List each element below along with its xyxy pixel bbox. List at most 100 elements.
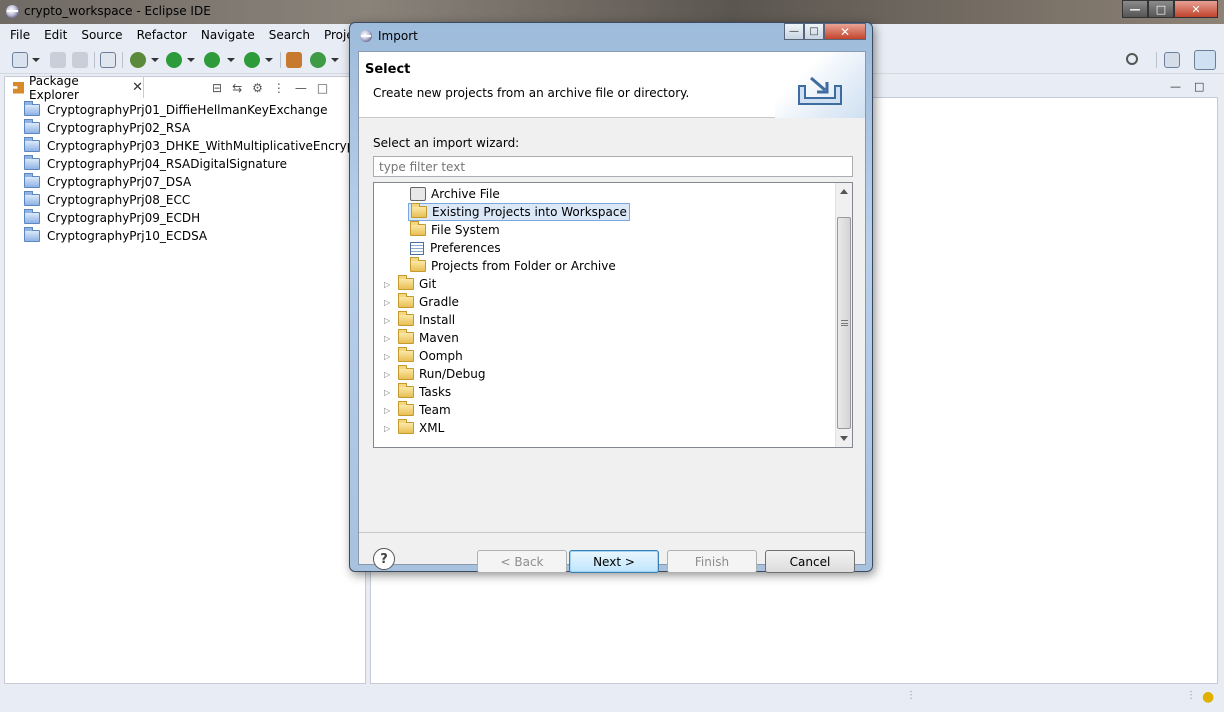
- tree-item-existing-projects[interactable]: Existing Projects into Workspace: [408, 203, 630, 221]
- tree-category-xml[interactable]: ▷ XML: [384, 419, 444, 437]
- tree-item-preferences[interactable]: Preferences: [410, 239, 501, 257]
- maximize-button[interactable]: □: [1148, 0, 1174, 18]
- back-button[interactable]: < Back: [477, 550, 567, 573]
- expand-arrow-icon[interactable]: ▷: [384, 280, 392, 289]
- external-tools-icon[interactable]: [244, 52, 260, 68]
- project-item[interactable]: CryptographyPrj08_ECC: [24, 191, 377, 209]
- menu-search[interactable]: Search: [262, 28, 317, 42]
- tree-category-maven[interactable]: ▷ Maven: [384, 329, 459, 347]
- project-item[interactable]: CryptographyPrj02_RSA: [24, 119, 377, 137]
- tree-category-git[interactable]: ▷ Git: [384, 275, 436, 293]
- project-folder-icon: [24, 209, 40, 224]
- tree-item-file-system[interactable]: File System: [410, 221, 500, 239]
- new-class-dropdown-icon[interactable]: [331, 58, 339, 62]
- scroll-up-icon[interactable]: [840, 189, 848, 194]
- help-icon[interactable]: ?: [373, 548, 395, 570]
- cancel-button[interactable]: Cancel: [765, 550, 855, 573]
- tree-category-tasks[interactable]: ▷ Tasks: [384, 383, 451, 401]
- project-item[interactable]: CryptographyPrj01_DiffieHellmanKeyExchan…: [24, 101, 377, 119]
- filter-input[interactable]: [373, 156, 853, 177]
- package-explorer-tab[interactable]: Package Explorer ✕: [4, 74, 144, 102]
- wizard-page-title: Select: [365, 62, 411, 77]
- next-button[interactable]: Next >: [569, 550, 659, 573]
- dialog-maximize-button[interactable]: □: [804, 23, 824, 40]
- expand-arrow-icon[interactable]: ▷: [384, 370, 392, 379]
- debug-dropdown-icon[interactable]: [151, 58, 159, 62]
- project-folder-icon: [24, 227, 40, 242]
- maximize-editor-icon[interactable]: □: [1194, 80, 1204, 93]
- dialog-title: Import: [378, 29, 418, 43]
- tree-item-archive-file[interactable]: Archive File: [410, 185, 500, 203]
- expand-arrow-icon[interactable]: ▷: [384, 334, 392, 343]
- open-perspective-icon[interactable]: [1164, 52, 1180, 68]
- menu-source[interactable]: Source: [74, 28, 129, 42]
- package-explorer-icon: [13, 81, 25, 94]
- menu-refactor[interactable]: Refactor: [130, 28, 194, 42]
- expand-arrow-icon[interactable]: ▷: [384, 424, 392, 433]
- project-item[interactable]: CryptographyPrj07_DSA: [24, 173, 377, 191]
- finish-button[interactable]: Finish: [667, 550, 757, 573]
- debug-icon[interactable]: [130, 52, 146, 68]
- save-icon[interactable]: [50, 52, 66, 68]
- maximize-view-icon[interactable]: □: [317, 81, 328, 95]
- package-explorer-tab-label: Package Explorer: [29, 73, 79, 102]
- project-item[interactable]: CryptographyPrj09_ECDH: [24, 209, 377, 227]
- tree-scrollbar[interactable]: [835, 183, 852, 447]
- new-icon[interactable]: [12, 52, 28, 68]
- skip-breakpoints-icon[interactable]: [100, 52, 116, 68]
- project-item[interactable]: CryptographyPrj04_RSADigitalSignature: [24, 155, 377, 173]
- coverage-dropdown-icon[interactable]: [227, 58, 235, 62]
- menu-file[interactable]: File: [0, 28, 37, 42]
- new-dropdown-icon[interactable]: [32, 58, 40, 62]
- eclipse-logo-icon: [6, 5, 19, 18]
- project-label: CryptographyPrj08_ECC: [47, 193, 191, 207]
- eclipse-logo-icon: [360, 30, 372, 42]
- scrollbar-thumb[interactable]: [837, 217, 851, 429]
- link-with-editor-icon[interactable]: ⇆: [232, 81, 242, 95]
- tree-item-label: Gradle: [419, 295, 459, 309]
- scroll-down-icon[interactable]: [840, 436, 848, 441]
- search-icon[interactable]: [1126, 53, 1138, 65]
- tree-category-gradle[interactable]: ▷ Gradle: [384, 293, 459, 311]
- tree-category-oomph[interactable]: ▷ Oomph: [384, 347, 463, 365]
- new-java-class-icon[interactable]: [310, 52, 326, 68]
- minimize-button[interactable]: —: [1122, 0, 1148, 18]
- tree-item-label: Existing Projects into Workspace: [432, 205, 627, 219]
- java-perspective-icon[interactable]: [1194, 50, 1216, 70]
- project-item[interactable]: CryptographyPrj10_ECDSA: [24, 227, 377, 245]
- expand-arrow-icon[interactable]: ▷: [384, 406, 392, 415]
- save-all-icon[interactable]: [72, 52, 88, 68]
- expand-arrow-icon[interactable]: ▷: [384, 298, 392, 307]
- expand-arrow-icon[interactable]: ▷: [384, 388, 392, 397]
- close-window-button[interactable]: ✕: [1174, 0, 1218, 18]
- tip-lightbulb-icon[interactable]: ●: [1202, 689, 1214, 705]
- tree-item-label: Archive File: [431, 187, 500, 201]
- view-menu-icon[interactable]: ⋮: [273, 81, 285, 95]
- dialog-close-button[interactable]: ✕: [824, 23, 866, 40]
- project-label: CryptographyPrj01_DiffieHellmanKeyExchan…: [47, 103, 328, 117]
- expand-arrow-icon[interactable]: ▷: [384, 352, 392, 361]
- tree-category-run-debug[interactable]: ▷ Run/Debug: [384, 365, 486, 383]
- project-item[interactable]: CryptographyPrj03_DHKE_WithMultiplicativ…: [24, 137, 377, 155]
- close-tab-icon[interactable]: ✕: [132, 80, 143, 95]
- coverage-icon[interactable]: [204, 52, 220, 68]
- external-tools-dropdown-icon[interactable]: [265, 58, 273, 62]
- filters-icon[interactable]: ⚙: [252, 81, 263, 95]
- new-java-package-icon[interactable]: [286, 52, 302, 68]
- tree-item-label: Install: [419, 313, 456, 327]
- expand-arrow-icon[interactable]: ▷: [384, 316, 392, 325]
- project-folder-icon: [24, 101, 40, 116]
- tree-item-label: Team: [419, 403, 451, 417]
- collapse-all-icon[interactable]: ⊟: [212, 81, 222, 95]
- minimize-view-icon[interactable]: —: [295, 81, 307, 95]
- tree-item-projects-from-folder[interactable]: Projects from Folder or Archive: [410, 257, 616, 275]
- run-icon[interactable]: [166, 52, 182, 68]
- tree-item-label: Maven: [419, 331, 459, 345]
- dialog-minimize-button[interactable]: —: [784, 23, 804, 40]
- run-dropdown-icon[interactable]: [187, 58, 195, 62]
- tree-category-install[interactable]: ▷ Install: [384, 311, 455, 329]
- minimize-editor-icon[interactable]: —: [1170, 80, 1181, 93]
- tree-category-team[interactable]: ▷ Team: [384, 401, 451, 419]
- menu-edit[interactable]: Edit: [37, 28, 74, 42]
- menu-navigate[interactable]: Navigate: [194, 28, 262, 42]
